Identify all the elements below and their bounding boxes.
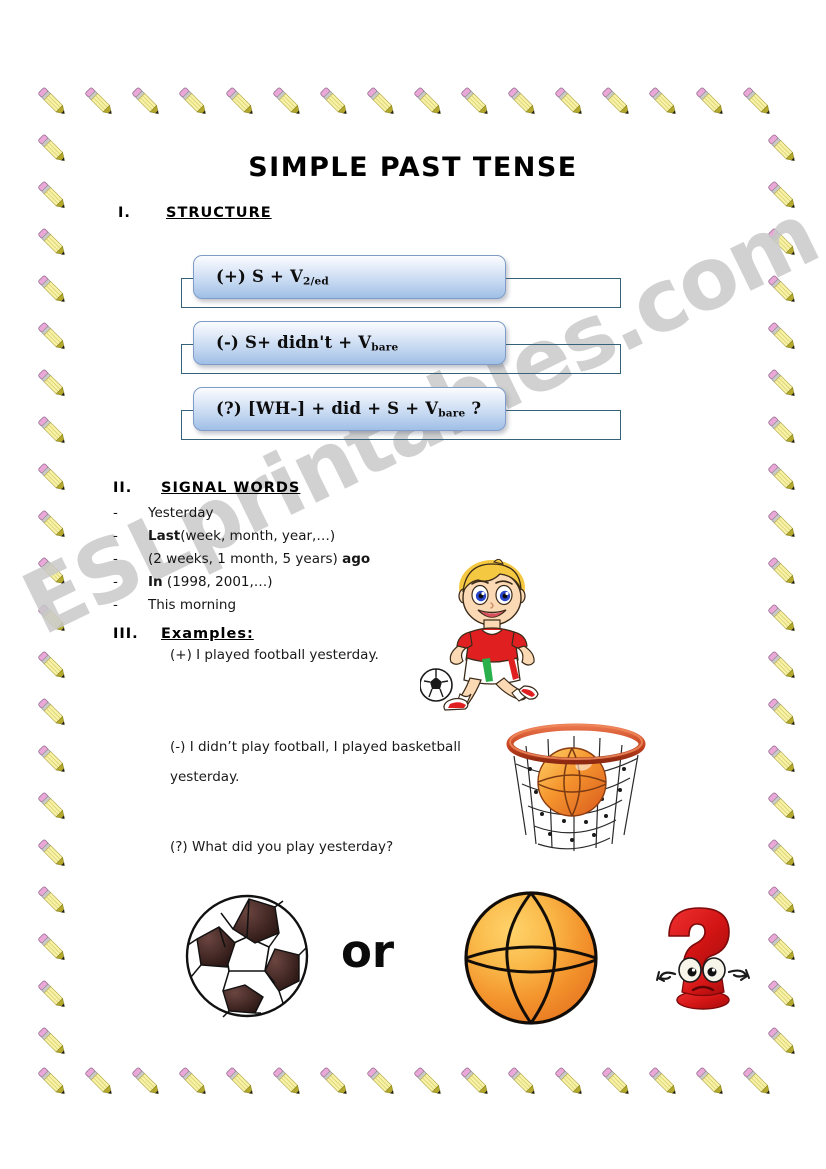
or-label: or: [341, 925, 394, 978]
worksheet-page: ESLprintables.com SIMPLE PAST TENSE I.ST…: [0, 0, 826, 1169]
signal-word-text: In (1998, 2001,…): [148, 571, 273, 594]
section-heading-signal-words: II.SIGNAL WORDS: [113, 480, 300, 496]
signal-word-text: Yesterday: [148, 502, 214, 525]
basketball-icon: [460, 890, 602, 1026]
list-bullet: -: [113, 571, 118, 594]
formula-box-affirmative[interactable]: (+) S + V2/ed: [193, 255, 506, 299]
formula-text-question: (?) [WH-] + did + S + Vbare ?: [216, 399, 481, 420]
signal-word-text: (2 weeks, 1 month, 5 years) ago: [148, 548, 370, 571]
formula-box-question[interactable]: (?) [WH-] + did + S + Vbare ?: [193, 387, 506, 431]
formula-subscript: bare: [438, 407, 465, 419]
signal-word-keyword: ago: [342, 551, 370, 567]
basketball-hoop-icon: [500, 722, 655, 862]
boy-playing-football-icon: [420, 558, 560, 713]
formula-box-negative[interactable]: (-) S+ didn't + Vbare: [193, 321, 506, 365]
formula-text-negative: (-) S+ didn't + Vbare: [216, 333, 398, 354]
example-question: (?) What did you play yesterday?: [170, 832, 500, 862]
section-label: SIGNAL WORDS: [161, 480, 300, 496]
formula-text-affirmative: (+) S + V2/ed: [216, 267, 329, 288]
list-bullet: -: [113, 594, 118, 617]
signal-word-keyword: In: [148, 574, 163, 590]
list-bullet: -: [113, 525, 118, 548]
page-title: SIMPLE PAST TENSE: [0, 152, 826, 183]
signal-word-keyword: Last: [148, 528, 180, 544]
signal-word-text: Last(week, month, year,…): [148, 525, 335, 548]
section-numeral: III.: [113, 626, 161, 642]
list-bullet: -: [113, 548, 118, 571]
section-numeral: II.: [113, 480, 161, 496]
soccer-ball-icon: [183, 893, 311, 1019]
section-label: STRUCTURE: [166, 205, 272, 221]
worksheet-content: SIMPLE PAST TENSE I.STRUCTURE (+) S + V2…: [0, 0, 826, 1169]
section-numeral: I.: [118, 205, 166, 221]
formula-subscript: bare: [371, 341, 398, 353]
example-negative: (-) I didn’t play football, I played bas…: [170, 732, 500, 792]
formula-subscript: 2/ed: [303, 275, 329, 287]
section-heading-structure: I.STRUCTURE: [118, 205, 272, 221]
list-bullet: -: [113, 502, 118, 525]
signal-word-text: This morning: [148, 594, 236, 617]
question-mark-character-icon: [655, 902, 750, 1014]
